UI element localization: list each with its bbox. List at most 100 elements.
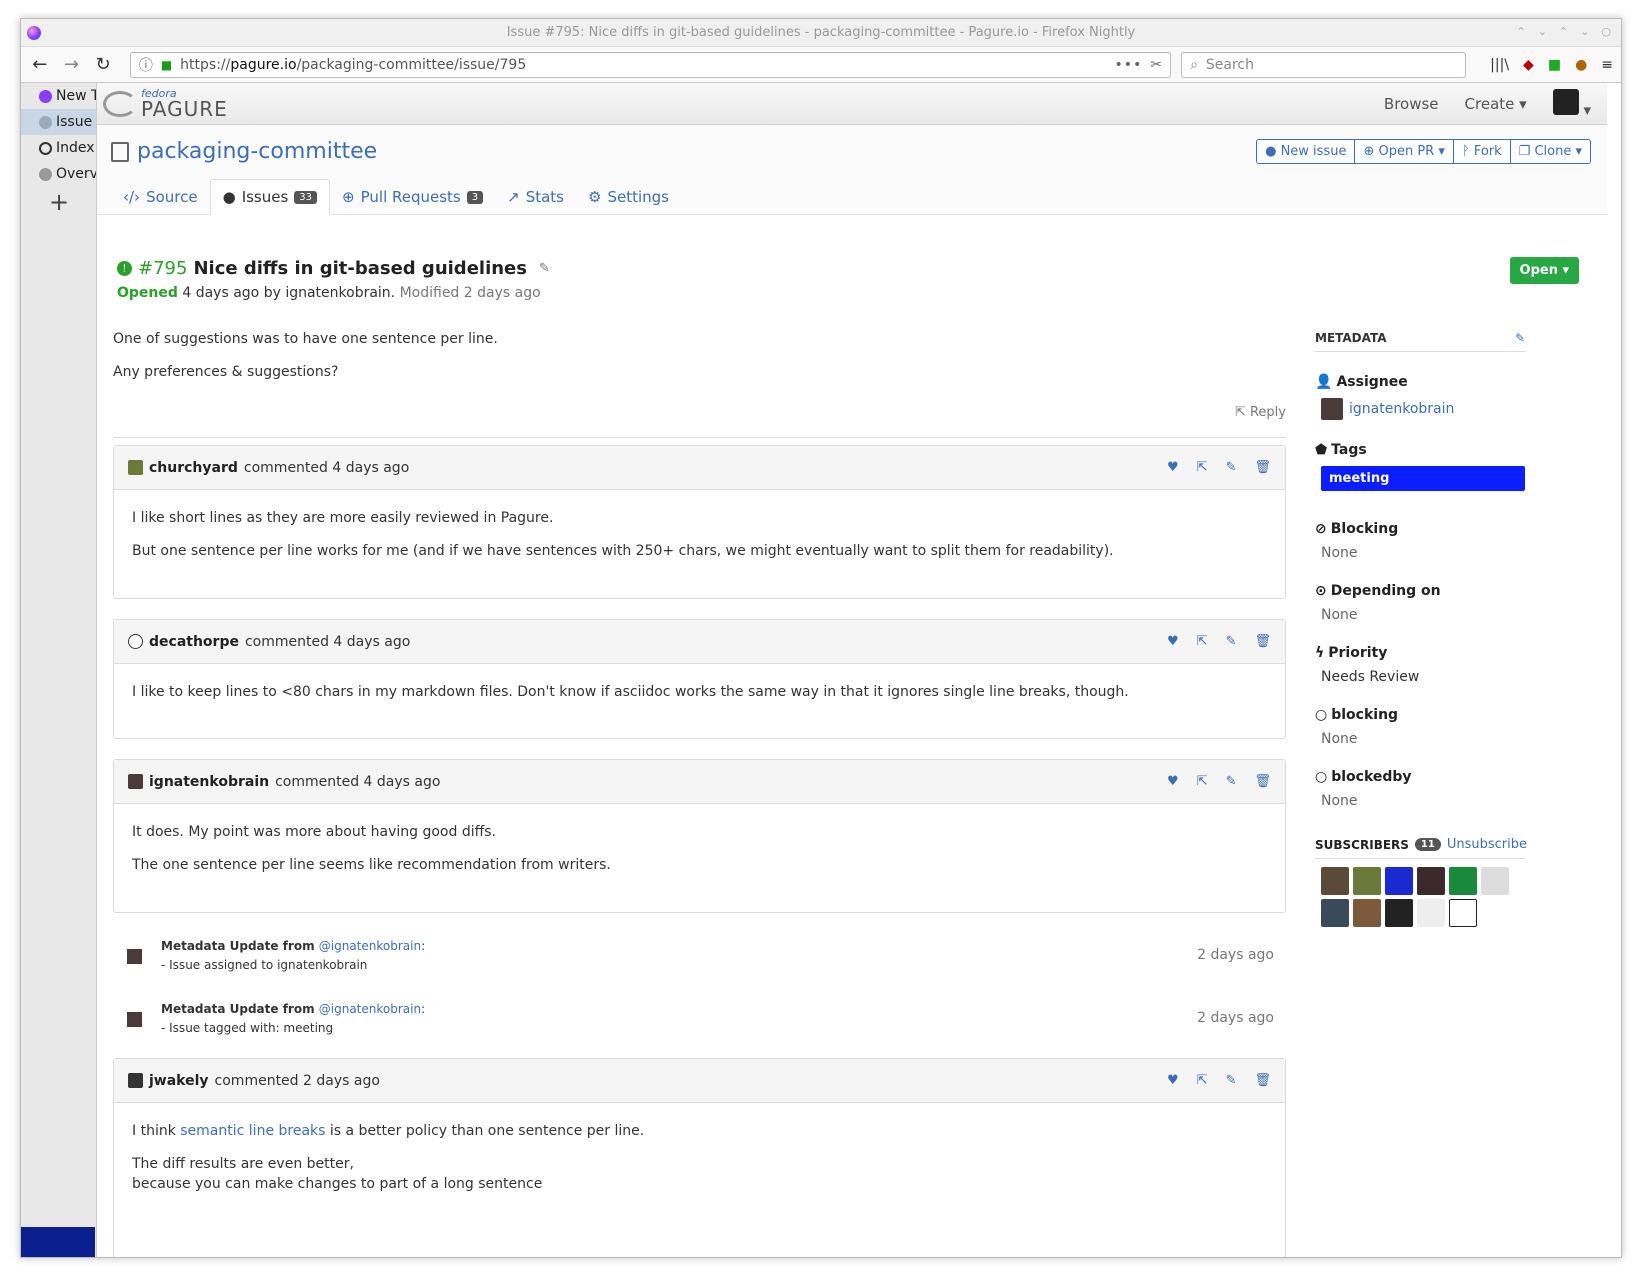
url-text[interactable]: https://pagure.io/packaging-committee/is… xyxy=(180,57,1106,73)
maximize-icon[interactable]: ⌃ xyxy=(1559,25,1568,38)
reload-icon[interactable]: ↻ xyxy=(92,54,114,75)
forward-icon[interactable]: → xyxy=(61,54,83,75)
heart-icon[interactable]: ♥ xyxy=(1167,634,1179,649)
update-user-link[interactable]: @ignatenkobrain xyxy=(319,939,421,953)
unsubscribe-link[interactable]: Unsubscribe xyxy=(1447,837,1527,852)
pagure-nav: Browse Create ▾ ▾ xyxy=(1384,83,1591,125)
open-pr-button[interactable]: ⊕ Open PR ▾ xyxy=(1355,140,1454,163)
heart-icon[interactable]: ♥ xyxy=(1167,1073,1179,1088)
browse-link[interactable]: Browse xyxy=(1384,95,1439,113)
share-icon[interactable]: ⇱ xyxy=(1197,1073,1208,1088)
tab-issues[interactable]: ● Issues 33 xyxy=(209,179,331,215)
trash-icon[interactable]: 🗑 xyxy=(1254,460,1271,475)
comment-actions: ♥ ⇱ ✎ 🗑 xyxy=(1167,634,1271,649)
semantic-line-breaks-link[interactable]: semantic line breaks xyxy=(180,1123,325,1139)
back-icon[interactable]: ← xyxy=(29,54,51,75)
edit-metadata-icon[interactable]: ✎ xyxy=(1515,331,1525,345)
subscribers-avatars xyxy=(1315,867,1515,927)
ublock-icon[interactable]: ◆ xyxy=(1523,57,1534,73)
trash-icon[interactable]: 🗑 xyxy=(1254,774,1271,789)
close-icon[interactable]: ○ xyxy=(1601,25,1611,38)
reply-link[interactable]: ⇱ Reply xyxy=(1235,403,1286,423)
fork-button[interactable]: ᚹ Fork xyxy=(1453,140,1511,163)
monkey-icon[interactable]: ● xyxy=(1575,57,1587,73)
comment-author[interactable]: jwakely xyxy=(149,1073,209,1089)
tab-source[interactable]: ‹/› Source xyxy=(111,179,210,215)
sidebar-footer xyxy=(21,1227,95,1257)
create-dropdown[interactable]: Create ▾ xyxy=(1465,95,1527,113)
share-icon[interactable]: ⇱ xyxy=(1197,634,1208,649)
avatar xyxy=(1552,89,1579,115)
assignee-link[interactable]: ignatenkobrain xyxy=(1349,401,1454,417)
circle-icon: ○ xyxy=(1315,769,1328,785)
priority-section: ϟ Priority Needs Review xyxy=(1315,645,1525,685)
avatar[interactable] xyxy=(1385,899,1413,927)
page-actions-icon[interactable]: ••• xyxy=(1115,57,1143,73)
comment-text-part: The diff results are even better, xyxy=(132,1156,354,1172)
comment-author[interactable]: decathorpe xyxy=(149,634,239,650)
pr-icon: ⊕ xyxy=(342,188,355,206)
trash-icon[interactable]: 🗑 xyxy=(1254,634,1271,649)
menu-icon[interactable]: ≡ xyxy=(1601,57,1613,73)
avatar[interactable] xyxy=(1353,867,1381,895)
avatar[interactable] xyxy=(1321,867,1349,895)
tab-pull-requests[interactable]: ⊕ Pull Requests 3 xyxy=(330,179,495,215)
sidebar-tab-issue[interactable]: Issue xyxy=(21,109,96,135)
sidebar-tab-new[interactable]: New T xyxy=(21,83,96,109)
comment-text-part: I think xyxy=(132,1123,181,1139)
avatar[interactable] xyxy=(1417,899,1445,927)
edit-title-icon[interactable]: ✎ xyxy=(539,261,550,276)
window-controls[interactable]: ⌃ ⌄ ⌃ ⌄ ○ xyxy=(1517,25,1611,38)
status-dropdown[interactable]: Open ▾ xyxy=(1509,257,1579,284)
edit-icon[interactable]: ✎ xyxy=(1226,1073,1237,1088)
tab-settings[interactable]: ⚙ Settings xyxy=(576,179,681,215)
avatar[interactable] xyxy=(1353,899,1381,927)
avatar[interactable] xyxy=(1417,867,1445,895)
sidebar-tab-overview[interactable]: Overv xyxy=(21,161,96,187)
avatar[interactable] xyxy=(1449,899,1477,927)
avatar[interactable] xyxy=(1385,867,1413,895)
edit-icon[interactable]: ✎ xyxy=(1226,634,1237,649)
pagure-logo[interactable]: fedora PAGURE xyxy=(103,88,228,119)
avatar[interactable] xyxy=(1481,867,1509,895)
heart-icon[interactable]: ♥ xyxy=(1167,774,1179,789)
comment: jwakely commented 2 days ago ♥ ⇱ ✎ 🗑 I thin… xyxy=(113,1058,1286,1257)
info-icon[interactable]: ⓘ xyxy=(139,55,153,75)
avatar[interactable] xyxy=(1449,867,1477,895)
update-user-link[interactable]: @ignatenkobrain xyxy=(319,1002,421,1016)
avatar[interactable] xyxy=(1321,899,1349,927)
update-label: Metadata Update from xyxy=(161,1002,319,1016)
new-tab-button[interactable]: + xyxy=(21,187,96,217)
extension-icon[interactable]: ■ xyxy=(1548,57,1561,73)
comment-text: The diff results are even better, because… xyxy=(132,1154,1267,1194)
issues-count-badge: 33 xyxy=(294,190,318,204)
pagure-header: fedora PAGURE Browse Create ▾ ▾ xyxy=(97,83,1607,125)
new-issue-button[interactable]: ● New issue xyxy=(1257,140,1356,163)
issue-number: #795 xyxy=(138,258,188,279)
clone-button[interactable]: ❐ Clone ▾ xyxy=(1510,140,1590,163)
url-bar[interactable]: ⓘ ■ https://pagure.io/packaging-committe… xyxy=(129,51,1172,78)
repo-name-link[interactable]: packaging-committee xyxy=(137,139,377,164)
restore-icon[interactable]: ⌄ xyxy=(1580,25,1589,38)
comment-author[interactable]: ignatenkobrain xyxy=(149,774,269,790)
edit-icon[interactable]: ✎ xyxy=(1226,774,1237,789)
screenshot-icon[interactable]: ✂ xyxy=(1150,57,1162,73)
sidebar-tab-label: Index xyxy=(56,140,95,156)
search-input[interactable]: ⌕ Search xyxy=(1181,51,1467,78)
heart-icon[interactable]: ♥ xyxy=(1167,460,1179,475)
sidebar-tab-index[interactable]: Index xyxy=(21,135,96,161)
firefox-icon xyxy=(39,89,52,103)
repo-tabs: ‹/› Source ● Issues 33 ⊕ Pull Requests 3 ↗ Sta… xyxy=(111,179,681,215)
share-icon[interactable]: ⇱ xyxy=(1197,774,1208,789)
trash-icon[interactable]: 🗑 xyxy=(1254,1073,1271,1088)
share-icon[interactable]: ⇱ xyxy=(1197,460,1208,475)
user-menu[interactable]: ▾ xyxy=(1552,89,1591,119)
tab-stats[interactable]: ↗ Stats xyxy=(495,179,576,215)
minimize-icon[interactable]: ⌃ xyxy=(1517,25,1526,38)
edit-icon[interactable]: ✎ xyxy=(1226,460,1237,475)
comment-author[interactable]: churchyard xyxy=(149,460,238,476)
url-host: pagure.io xyxy=(230,56,297,73)
library-icon[interactable]: |||\ xyxy=(1490,57,1509,73)
tag-pill[interactable]: meeting xyxy=(1321,466,1525,491)
shade-icon[interactable]: ⌄ xyxy=(1538,25,1547,38)
